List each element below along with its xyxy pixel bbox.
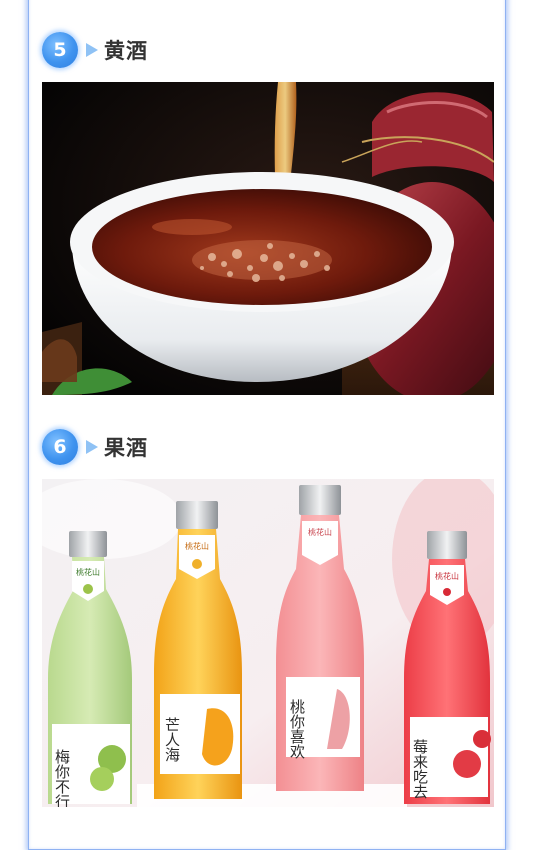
fruit-wine-photo: 桃花山 梅你不行 桃花山 芒人海 桃花山 桃你喜欢 桃花山 莓来吃去 xyxy=(42,479,494,807)
svg-text:桃你喜欢: 桃你喜欢 xyxy=(288,699,306,759)
section-title: 果酒 xyxy=(104,436,148,460)
section-number-badge: 6 xyxy=(42,429,78,465)
triangle-arrow-icon xyxy=(86,440,98,454)
svg-text:桃花山: 桃花山 xyxy=(76,567,100,577)
section-header-6: 6 果酒 xyxy=(42,428,148,466)
section-number-badge: 5 xyxy=(42,32,78,68)
svg-text:桃花山: 桃花山 xyxy=(308,527,332,537)
svg-text:芒人海: 芒人海 xyxy=(163,717,181,762)
svg-text:莓来吃去: 莓来吃去 xyxy=(411,739,429,799)
yellow-rice-wine-photo xyxy=(42,82,494,395)
svg-text:桃花山: 桃花山 xyxy=(185,541,209,551)
triangle-arrow-icon xyxy=(86,43,98,57)
svg-text:梅你不行: 梅你不行 xyxy=(53,749,71,807)
section-title: 黄酒 xyxy=(104,39,148,63)
section-header-5: 5 黄酒 xyxy=(42,31,148,69)
svg-text:桃花山: 桃花山 xyxy=(435,571,459,581)
